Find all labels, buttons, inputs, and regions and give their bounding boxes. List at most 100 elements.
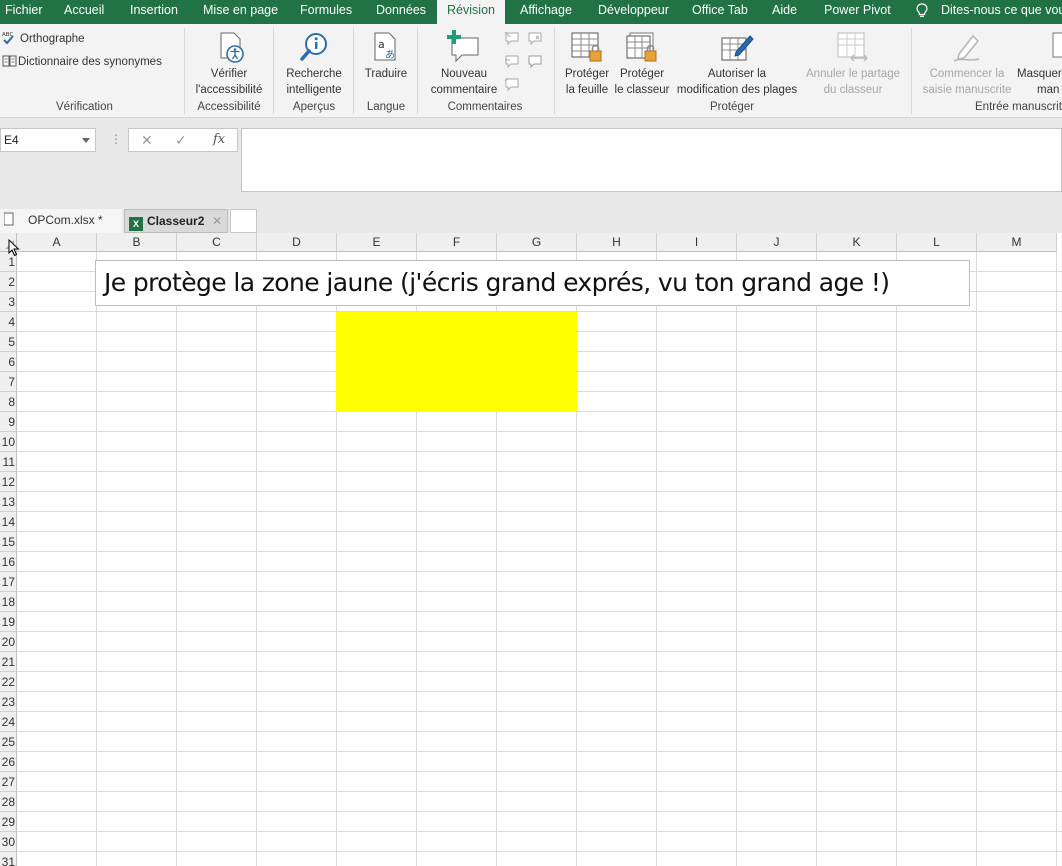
show-comments-icon[interactable]	[527, 31, 543, 45]
formula-bar-area: E4 ⋮ ✕ ✓ fx	[0, 118, 1062, 208]
row-header[interactable]: 19	[0, 612, 17, 632]
confirm-icon[interactable]: ✓	[175, 132, 187, 149]
tab-insertion[interactable]: Insertion	[130, 0, 178, 24]
tab-aide[interactable]: Aide	[772, 0, 797, 24]
row-header[interactable]: 4	[0, 312, 17, 332]
row-header[interactable]: 23	[0, 692, 17, 712]
row-header[interactable]: 6	[0, 352, 17, 372]
row-header[interactable]: 24	[0, 712, 17, 732]
row-header[interactable]: 7	[0, 372, 17, 392]
allow-edit-ranges-icon	[721, 35, 754, 61]
row-header[interactable]: 14	[0, 512, 17, 532]
hide-ink-button[interactable]: Masquer man	[1017, 66, 1062, 98]
close-icon[interactable]: ✕	[212, 210, 222, 232]
group-divider	[554, 28, 555, 114]
row-header[interactable]: 16	[0, 552, 17, 572]
row-header[interactable]: 17	[0, 572, 17, 592]
row-header[interactable]: 22	[0, 672, 17, 692]
column-header[interactable]: C	[177, 233, 257, 252]
workbook-tab-classeur2[interactable]: X Classeur2 ✕	[124, 209, 228, 233]
yellow-protected-zone[interactable]	[336, 312, 577, 412]
protect-workbook-button[interactable]: Protéger le classeur	[614, 66, 670, 98]
row-header[interactable]: 15	[0, 532, 17, 552]
new-tab-button[interactable]	[230, 209, 257, 233]
workbook-tab-opcom[interactable]: OPCom.xlsx *	[0, 209, 122, 233]
column-header[interactable]: K	[817, 233, 897, 252]
column-header[interactable]: M	[977, 233, 1057, 252]
row-header[interactable]: 5	[0, 332, 17, 352]
tab-formules[interactable]: Formules	[300, 0, 352, 24]
accessibility-check-icon	[220, 32, 244, 63]
group-divider	[417, 28, 418, 114]
column-header[interactable]: L	[897, 233, 977, 252]
row-header[interactable]: 8	[0, 392, 17, 412]
check-accessibility-button[interactable]: Vérifier l'accessibilité	[193, 66, 265, 98]
tab-developpeur[interactable]: Développeur	[598, 0, 669, 24]
start-inking-button[interactable]: Commencer la saisie manuscrite	[920, 66, 1014, 98]
cancel-icon[interactable]: ✕	[141, 132, 153, 149]
translate-icon: a あ	[374, 32, 396, 61]
name-box[interactable]: E4	[0, 128, 96, 152]
column-header[interactable]: E	[337, 233, 417, 252]
row-header[interactable]: 27	[0, 772, 17, 792]
row-header[interactable]: 29	[0, 812, 17, 832]
tab-mise-en-page[interactable]: Mise en page	[203, 0, 278, 24]
row-header[interactable]: 30	[0, 832, 17, 852]
column-header[interactable]: A	[17, 233, 97, 252]
row-header[interactable]: 21	[0, 652, 17, 672]
next-comment-icon[interactable]	[504, 77, 520, 91]
chevron-down-icon[interactable]	[82, 138, 90, 143]
tab-donnees[interactable]: Données	[376, 0, 426, 24]
tab-accueil[interactable]: Accueil	[64, 0, 104, 24]
gridline	[1056, 252, 1057, 866]
group-label-verification: Vérification	[56, 101, 113, 113]
allow-edit-ranges-button[interactable]: Autoriser la modification des plages	[672, 66, 802, 98]
column-header[interactable]: G	[497, 233, 577, 252]
new-comment-button[interactable]: Nouveau commentaire	[426, 66, 502, 98]
translate-button[interactable]: Traduire	[361, 66, 411, 82]
column-header[interactable]: H	[577, 233, 657, 252]
previous-comment-icon[interactable]	[504, 54, 520, 68]
row-header[interactable]: 28	[0, 792, 17, 812]
tab-affichage[interactable]: Affichage	[520, 0, 572, 24]
column-header[interactable]: B	[97, 233, 177, 252]
tell-me-search[interactable]: Dites-nous ce que vous	[941, 0, 1062, 24]
group-label-accessibility: Accessibilité	[197, 101, 261, 113]
row-header[interactable]: 3	[0, 292, 17, 312]
row-header[interactable]: 9	[0, 412, 17, 432]
row-header[interactable]: 13	[0, 492, 17, 512]
spreadsheet-grid[interactable]: ABCDEFGHIJKLM 1 2 3 4 5 6 7 8 9 10 11 12 13 14 15 16 17 1…	[0, 233, 1062, 866]
tab-office-tab[interactable]: Office Tab	[692, 0, 748, 24]
protect-sheet-button[interactable]: Protéger la feuille	[561, 66, 613, 98]
show-all-comments-icon[interactable]	[527, 54, 543, 68]
row-header[interactable]: 31	[0, 852, 17, 866]
row-header[interactable]: 2	[0, 272, 17, 292]
thesaurus-button[interactable]: Dictionnaire des synonymes	[2, 54, 162, 70]
column-header[interactable]: D	[257, 233, 337, 252]
grip-dots-icon[interactable]: ⋮	[110, 132, 122, 146]
delete-comment-icon[interactable]	[504, 31, 520, 45]
file-icon	[3, 212, 14, 226]
new-comment-icon	[447, 30, 479, 63]
column-header[interactable]: I	[657, 233, 737, 252]
gridline	[17, 531, 1062, 532]
column-header[interactable]: F	[417, 233, 497, 252]
row-header[interactable]: 25	[0, 732, 17, 752]
tab-fichier[interactable]: Fichier	[5, 0, 43, 24]
formula-input[interactable]	[241, 128, 1062, 192]
svg-text:あ: あ	[385, 49, 395, 61]
text-box[interactable]: Je protège la zone jaune (j'écris grand …	[95, 260, 970, 306]
spelling-button[interactable]: ABC Orthographe	[2, 31, 85, 47]
smart-lookup-button[interactable]: Recherche intelligente	[280, 66, 348, 98]
row-header[interactable]: 11	[0, 452, 17, 472]
row-header[interactable]: 20	[0, 632, 17, 652]
column-header[interactable]: J	[737, 233, 817, 252]
tab-revision[interactable]: Révision	[437, 0, 505, 24]
row-header[interactable]: 12	[0, 472, 17, 492]
row-header[interactable]: 10	[0, 432, 17, 452]
unshare-workbook-button[interactable]: Annuler le partage du classeur	[802, 66, 904, 98]
row-header[interactable]: 26	[0, 752, 17, 772]
row-header[interactable]: 18	[0, 592, 17, 612]
tab-power-pivot[interactable]: Power Pivot	[824, 0, 891, 24]
insert-function-icon[interactable]: fx	[213, 132, 225, 147]
